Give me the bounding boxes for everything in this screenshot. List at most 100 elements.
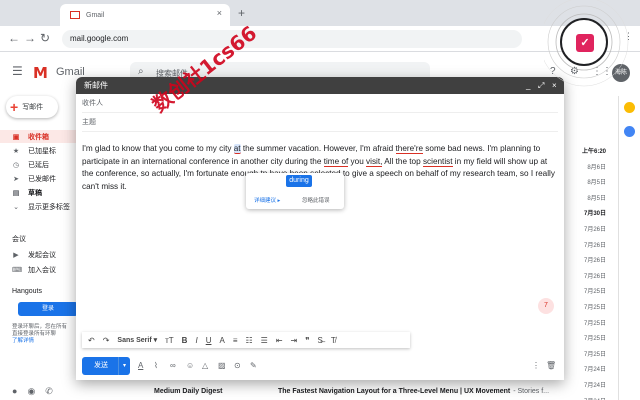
sidebar-item-label: 加入会议 xyxy=(28,266,56,274)
send-button[interactable]: 发送 ▾ xyxy=(82,357,130,375)
error-count-badge[interactable]: 7 xyxy=(538,298,554,314)
star-icon: ★ xyxy=(12,147,20,155)
attach-icon[interactable]: ⌇ xyxy=(154,361,158,370)
sidebar-item-more[interactable]: ⌄ 显示更多标签 xyxy=(0,200,82,213)
remove-format-icon[interactable]: T̸ xyxy=(331,336,336,345)
calendar-icon[interactable] xyxy=(624,102,635,113)
settings-icon[interactable]: ⚙ xyxy=(570,66,579,77)
subject-label: 主题 xyxy=(82,119,96,126)
indent-less-icon[interactable]: ⇤ xyxy=(276,336,283,345)
email-date: 7月26日 xyxy=(583,273,606,280)
address-bar: ← → ↻ mail.google.com ⋮ xyxy=(0,26,640,52)
apps-grid-icon[interactable]: ⋮⋮ xyxy=(592,66,612,77)
grammar-extension-button[interactable]: ✓ xyxy=(560,18,608,66)
new-tab-icon[interactable]: + xyxy=(238,6,245,20)
redo-icon[interactable]: ↷ xyxy=(103,336,110,345)
compose-button-label: 写邮件 xyxy=(22,104,44,111)
underline-icon[interactable]: U xyxy=(206,336,212,345)
link-icon[interactable]: ∞ xyxy=(170,361,176,370)
suggestion-chip[interactable]: during xyxy=(286,175,312,187)
email-date: 上午6:20 xyxy=(581,149,606,155)
font-select[interactable]: Sans Serif ▾ xyxy=(117,336,157,344)
reload-icon[interactable]: ↻ xyxy=(40,31,50,45)
body-text: All the top xyxy=(382,156,423,166)
person-icon[interactable]: ● xyxy=(12,386,17,396)
strikethrough-icon[interactable]: S̶ xyxy=(318,336,323,345)
hangouts-signin-button[interactable]: 登录 xyxy=(18,302,78,316)
text-color-icon[interactable]: A xyxy=(219,336,224,345)
signature-icon[interactable]: ✎ xyxy=(250,361,257,370)
send-options-icon[interactable]: ▾ xyxy=(118,357,130,375)
discard-icon[interactable]: 🗑 xyxy=(546,361,556,370)
compose-title: 新邮件 xyxy=(84,81,108,90)
more-options-icon[interactable]: ⋮ xyxy=(532,361,540,370)
indent-more-icon[interactable]: ⇥ xyxy=(291,336,298,345)
close-icon[interactable]: × xyxy=(552,77,557,94)
phone-icon[interactable]: ✆ xyxy=(45,386,53,397)
emoji-icon[interactable]: ☺ xyxy=(186,361,194,370)
send-icon: ➤ xyxy=(13,175,19,183)
help-icon[interactable]: ? xyxy=(550,66,556,77)
drive-icon[interactable]: △ xyxy=(202,361,208,370)
expand-icon[interactable]: ⤢ xyxy=(538,77,544,94)
numbered-list-icon[interactable]: ☷ xyxy=(245,336,252,345)
grammar-error-word[interactable]: at xyxy=(233,144,241,154)
url-input[interactable]: mail.google.com xyxy=(62,30,522,48)
bold-icon[interactable]: B xyxy=(182,336,188,345)
avatar[interactable]: 海陈 xyxy=(612,64,630,82)
formatting-options-icon[interactable]: A xyxy=(138,361,143,370)
body-text: nference, so actually, I'm fortunate eno… xyxy=(104,169,261,179)
confidential-icon[interactable]: ⊙ xyxy=(234,361,241,370)
align-icon[interactable]: ≡ xyxy=(233,336,238,345)
hangouts-learn-more-link[interactable]: 了解详情 xyxy=(12,338,82,345)
hangouts-section-title: Hangouts xyxy=(12,288,42,295)
grammar-error-word[interactable]: there're xyxy=(395,144,424,154)
email-date: 7月24日 xyxy=(583,367,606,374)
sidebar-item-label: 显示更多标签 xyxy=(28,203,70,211)
grammar-error-word[interactable]: visit, xyxy=(366,156,383,167)
subject-field[interactable]: 主题 xyxy=(82,113,558,132)
font-size-icon[interactable]: ᴛT xyxy=(165,336,174,345)
chat-icon[interactable]: ◉ xyxy=(27,386,35,397)
italic-icon[interactable]: I xyxy=(195,336,197,345)
tab-close-icon[interactable]: × xyxy=(217,8,222,18)
back-icon[interactable]: ← xyxy=(8,31,20,45)
sidebar-item-inbox[interactable]: ▣ 收件箱 xyxy=(0,130,82,143)
body-text: the su xyxy=(240,144,266,153)
forward-icon[interactable]: → xyxy=(24,31,36,45)
bullet-list-icon[interactable]: ☰ xyxy=(261,336,268,345)
browser-tab[interactable]: Gmail × xyxy=(60,4,230,26)
browser-menu-icon[interactable]: ⋮ xyxy=(624,31,633,42)
clock-icon: ◷ xyxy=(12,161,20,169)
email-date: 7月26日 xyxy=(583,258,606,265)
email-date: 7月25日 xyxy=(583,351,606,358)
search-icon[interactable]: ⌕ xyxy=(138,66,144,77)
gmail-favicon-icon xyxy=(70,11,80,19)
compose-button[interactable]: + 写邮件 xyxy=(6,96,58,118)
tasks-icon[interactable] xyxy=(624,126,635,137)
keyboard-icon: ⌨ xyxy=(12,266,23,274)
sidebar-item-new-meeting[interactable]: ▶ 发起会议 xyxy=(0,248,82,261)
sidebar-item-snoozed[interactable]: ◷ 已延后 xyxy=(0,158,82,171)
sidebar-item-label: 已发邮件 xyxy=(28,175,56,183)
sidebar-item-drafts[interactable]: ▤ 草稿 xyxy=(0,186,82,199)
compose-plus-icon: + xyxy=(10,99,19,115)
email-date: 7月26日 xyxy=(583,227,606,233)
grammar-error-word[interactable]: scientist xyxy=(422,156,453,167)
undo-icon[interactable]: ↶ xyxy=(88,336,95,345)
ignore-error-link[interactable]: 忽略此错误 xyxy=(302,196,330,204)
suggestion-detail-link[interactable]: 详细建议 ▸ xyxy=(254,196,280,204)
quote-icon[interactable]: ❞ xyxy=(305,336,309,345)
table-row[interactable]: Medium Daily Digest The Fastest Navigati… xyxy=(84,382,618,400)
formatting-toolbar: ↶ ↷ Sans Serif ▾ ᴛT B I U A ≡ ☷ ☰ ⇤ ⇥ ❞ … xyxy=(82,332,410,348)
hangouts-note: 登录环聊后，您在所有 直接登录所有环聊 了解详情 xyxy=(12,324,82,345)
sidebar-item-join-meeting[interactable]: ⌨ 加入会议 xyxy=(0,263,82,276)
main-menu-icon[interactable]: ☰ xyxy=(12,64,23,78)
browser-tab-bar: Gmail × + xyxy=(0,0,640,26)
minimize-icon[interactable]: _ xyxy=(526,77,530,94)
sidebar-item-sent[interactable]: ➤ 已发邮件 xyxy=(0,172,82,185)
grammar-error-word[interactable]: time of xyxy=(323,156,349,167)
sidebar-item-starred[interactable]: ★ 已加星标 xyxy=(0,144,82,157)
photo-icon[interactable]: ▨ xyxy=(218,361,226,370)
to-field[interactable]: 收件人 xyxy=(82,94,558,113)
